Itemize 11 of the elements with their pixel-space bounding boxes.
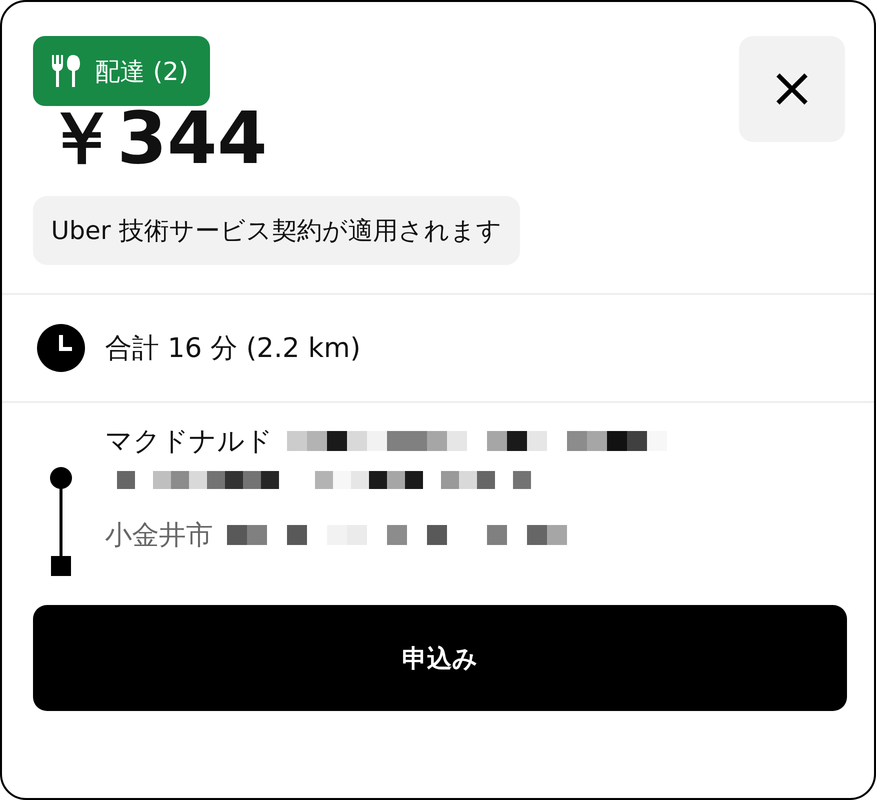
clock-icon — [37, 324, 85, 372]
fork-and-spoon-icon — [51, 55, 81, 87]
trip-summary: 合計 16 分 (2.2 km) — [105, 332, 361, 366]
terms-notice: Uber 技術サービス契約が適用されます — [33, 196, 520, 265]
route-line-icon — [49, 467, 73, 577]
pickup-location: マクドナルド — [105, 425, 273, 459]
delivery-badge: 配達 (2) — [33, 36, 210, 106]
close-button[interactable] — [739, 36, 845, 142]
close-icon — [775, 72, 809, 106]
accept-button[interactable]: 申込み — [33, 605, 847, 711]
dropoff-location: 小金井市 — [105, 519, 213, 553]
